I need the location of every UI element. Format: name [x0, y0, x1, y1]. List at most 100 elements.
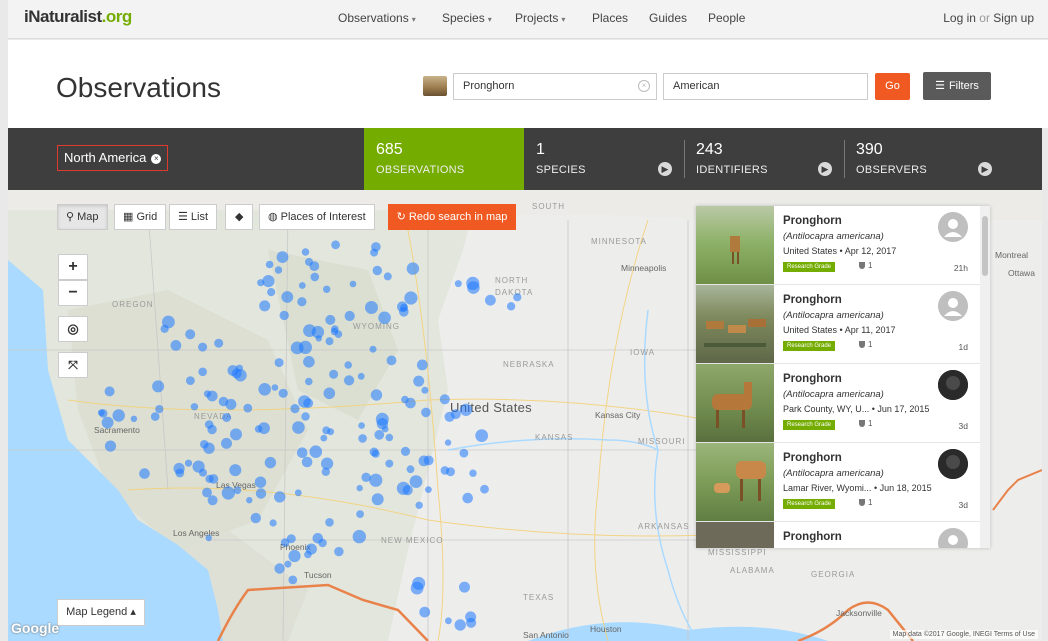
- observation-dot[interactable]: [454, 619, 466, 631]
- observation-dot[interactable]: [396, 481, 410, 495]
- observation-dot[interactable]: [267, 288, 276, 297]
- observation-dot[interactable]: [274, 266, 283, 274]
- observation-dot[interactable]: [155, 405, 164, 414]
- observation-dot[interactable]: [440, 466, 450, 475]
- observation-dot[interactable]: [312, 533, 324, 544]
- observation-dot[interactable]: [221, 437, 232, 449]
- stat-identifiers[interactable]: 243 IDENTIFIERS ▶: [684, 128, 844, 190]
- observation-dot[interactable]: [279, 310, 289, 321]
- observation-dot[interactable]: [344, 310, 355, 322]
- observation-card[interactable]: Pronghorn (Antilocapra americana) Lamar …: [696, 443, 990, 522]
- observation-dot[interactable]: [246, 497, 253, 504]
- observation-dot[interactable]: [243, 403, 253, 413]
- observation-dot[interactable]: [385, 433, 394, 442]
- observation-dot[interactable]: [406, 465, 415, 474]
- observation-dot[interactable]: [315, 335, 322, 342]
- observation-dot[interactable]: [222, 413, 232, 422]
- scrollbar-thumb[interactable]: [982, 216, 988, 276]
- observation-dot[interactable]: [288, 549, 301, 563]
- observation-dot[interactable]: [370, 389, 383, 401]
- observation-dot[interactable]: [421, 407, 431, 418]
- observation-dot[interactable]: [386, 355, 397, 366]
- observation-dot[interactable]: [200, 440, 209, 449]
- observation-dot[interactable]: [290, 404, 300, 414]
- observation-dot[interactable]: [356, 510, 364, 518]
- observation-dot[interactable]: [323, 387, 336, 400]
- observation-dot[interactable]: [271, 384, 279, 391]
- observation-dot[interactable]: [454, 280, 462, 288]
- observation-dot[interactable]: [250, 512, 261, 524]
- observation-dot[interactable]: [203, 390, 212, 398]
- nav-species[interactable]: Species ▾: [442, 11, 492, 25]
- observation-dot[interactable]: [303, 356, 315, 368]
- observation-dot[interactable]: [334, 330, 343, 338]
- stat-species[interactable]: 1 SPECIES ▶: [524, 128, 684, 190]
- observation-dot[interactable]: [371, 449, 380, 458]
- observation-dot[interactable]: [104, 440, 117, 452]
- observation-dot[interactable]: [297, 297, 307, 307]
- observation-dot[interactable]: [459, 403, 473, 416]
- observation-dot[interactable]: [465, 611, 477, 623]
- observation-dot[interactable]: [207, 424, 217, 435]
- observation-dot[interactable]: [288, 575, 298, 585]
- observation-dot[interactable]: [233, 486, 242, 495]
- user-avatar[interactable]: [938, 528, 968, 548]
- observation-dot[interactable]: [202, 487, 212, 498]
- observation-dot[interactable]: [439, 394, 450, 405]
- user-avatar[interactable]: [938, 212, 968, 242]
- observation-dot[interactable]: [320, 434, 328, 442]
- observation-dot[interactable]: [344, 375, 355, 386]
- stat-observers[interactable]: 390 OBSERVERS ▶: [844, 128, 1004, 190]
- observation-dot[interactable]: [190, 403, 199, 411]
- observation-dot[interactable]: [98, 409, 108, 418]
- observation-dot[interactable]: [284, 560, 292, 568]
- observation-dot[interactable]: [170, 340, 182, 351]
- observation-dot[interactable]: [469, 469, 477, 477]
- observation-dot[interactable]: [255, 488, 267, 499]
- observation-dot[interactable]: [506, 302, 516, 311]
- observation-dot[interactable]: [301, 412, 310, 421]
- observation-dot[interactable]: [358, 434, 367, 443]
- common-name[interactable]: Pronghorn: [783, 531, 842, 543]
- observation-dot[interactable]: [278, 388, 288, 398]
- common-name[interactable]: Pronghorn: [783, 215, 842, 227]
- observation-dot[interactable]: [305, 377, 313, 386]
- observation-dot[interactable]: [356, 484, 363, 492]
- observation-dot[interactable]: [385, 459, 394, 468]
- observation-dot[interactable]: [415, 501, 423, 509]
- stat-observations[interactable]: 685 OBSERVATIONS: [364, 128, 524, 190]
- login-link[interactable]: Log in: [943, 11, 976, 25]
- common-name[interactable]: Pronghorn: [783, 294, 842, 306]
- list-scrollbar[interactable]: [980, 206, 990, 548]
- user-avatar[interactable]: [938, 291, 968, 321]
- nav-guides[interactable]: Guides: [649, 11, 687, 25]
- observation-dot[interactable]: [298, 282, 306, 289]
- observation-dot[interactable]: [276, 251, 289, 263]
- observation-dot[interactable]: [262, 275, 275, 288]
- zoom-in-button[interactable]: +: [58, 254, 88, 280]
- observation-dot[interactable]: [254, 476, 267, 488]
- observation-map[interactable]: MINNESOTA Minneapolis NORTH DAKOTA SOUTH…: [8, 190, 1042, 641]
- observation-dot[interactable]: [235, 364, 243, 372]
- taxon-search-input[interactable]: Pronghorn: [453, 73, 657, 100]
- observation-dot[interactable]: [369, 473, 383, 487]
- observation-dot[interactable]: [185, 329, 196, 340]
- map-view-toggle[interactable]: ⚲ Map: [57, 204, 108, 230]
- observation-dot[interactable]: [329, 369, 339, 379]
- observation-photo[interactable]: [696, 364, 774, 442]
- observation-dot[interactable]: [150, 412, 160, 421]
- user-avatar[interactable]: [938, 370, 968, 400]
- observation-dot[interactable]: [374, 429, 385, 440]
- observation-dot[interactable]: [369, 345, 377, 353]
- observation-dot[interactable]: [269, 519, 277, 527]
- fullscreen-button[interactable]: ⤧: [58, 352, 88, 378]
- observation-dot[interactable]: [303, 324, 316, 337]
- observation-dot[interactable]: [376, 418, 389, 430]
- observation-dot[interactable]: [286, 534, 296, 544]
- observation-dot[interactable]: [444, 439, 452, 446]
- observation-dot[interactable]: [409, 475, 423, 488]
- observation-dot[interactable]: [372, 265, 382, 276]
- go-button[interactable]: Go: [875, 73, 910, 100]
- observation-dot[interactable]: [130, 415, 138, 422]
- observation-dot[interactable]: [229, 464, 242, 477]
